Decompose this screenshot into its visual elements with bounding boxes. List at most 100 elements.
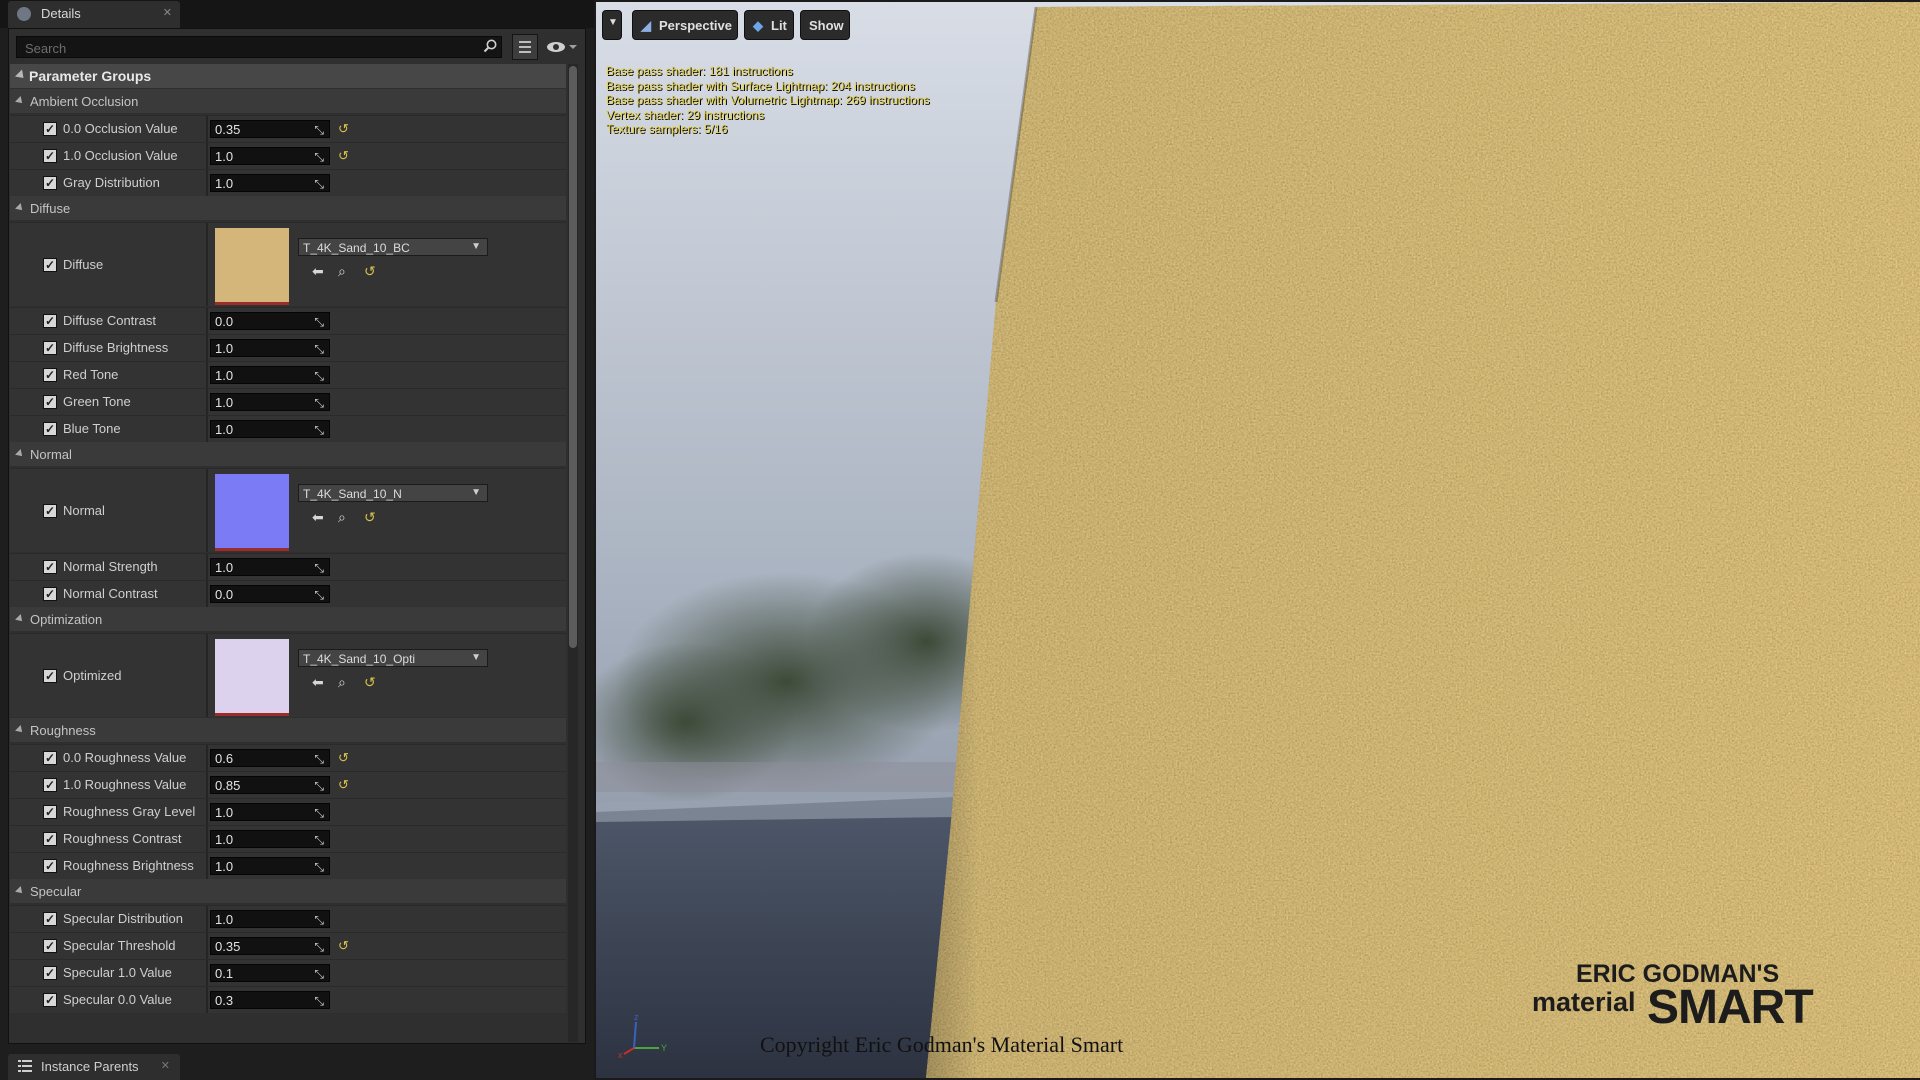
dropdown-arrow-icon[interactable]: ▼ [471,487,481,498]
parameter-checkbox[interactable]: ✓ [43,805,57,819]
drag-handle-icon[interactable]: ⤡ [314,940,324,955]
column-splitter[interactable] [206,853,208,879]
category-roughness[interactable]: Roughness [10,718,566,742]
drag-handle-icon[interactable]: ⤡ [314,423,324,438]
drag-handle-icon[interactable]: ⤡ [314,994,324,1009]
parameter-checkbox[interactable]: ✓ [43,669,57,683]
viewport[interactable]: ▼ ◢ Perspective ◆ Lit Show Base pass sha… [596,2,1920,1078]
collapse-arrow-icon[interactable] [15,886,25,896]
parameter-checkbox[interactable]: ✓ [43,314,57,328]
texture-thumbnail[interactable] [215,639,289,716]
browse-icon[interactable]: ⌕ [338,509,346,526]
perspective-button[interactable]: ◢ Perspective [632,10,738,40]
lit-button[interactable]: ◆ Lit [744,10,794,40]
parameter-checkbox[interactable]: ✓ [43,560,57,574]
details-scrollbar[interactable] [568,64,578,1042]
numeric-input[interactable]: 1.0 ⤡ [210,857,330,875]
column-splitter[interactable] [206,170,208,196]
drag-handle-icon[interactable]: ⤡ [314,369,324,384]
numeric-input[interactable]: 1.0 ⤡ [210,174,330,192]
numeric-input[interactable]: 1.0 ⤡ [210,558,330,576]
collapse-arrow-icon[interactable] [15,725,25,735]
parameter-checkbox[interactable]: ✓ [43,149,57,163]
numeric-input[interactable]: 1.0 ⤡ [210,803,330,821]
column-splitter[interactable] [206,987,208,1013]
drag-handle-icon[interactable]: ⤡ [314,860,324,875]
scrollbar-thumb[interactable] [569,66,577,648]
drag-handle-icon[interactable]: ⤡ [314,150,324,165]
column-splitter[interactable] [206,554,208,580]
collapse-arrow-icon[interactable] [15,96,25,106]
drag-handle-icon[interactable]: ⤡ [314,779,324,794]
dropdown-arrow-icon[interactable]: ▼ [471,652,481,663]
column-splitter[interactable] [206,469,208,552]
category-diffuse[interactable]: Diffuse [10,196,566,220]
drag-handle-icon[interactable]: ⤡ [314,806,324,821]
numeric-input[interactable]: 0.35 ⤡ [210,937,330,955]
parameter-checkbox[interactable]: ✓ [43,587,57,601]
drag-handle-icon[interactable]: ⤡ [314,967,324,982]
column-splitter[interactable] [206,906,208,932]
instance-parents-tab[interactable]: Instance Parents ✕ [8,1054,180,1080]
drag-handle-icon[interactable]: ⤡ [314,396,324,411]
numeric-input[interactable]: 1.0 ⤡ [210,366,330,384]
column-splitter[interactable] [206,335,208,361]
reset-arrow-icon[interactable]: ↺ [338,750,349,766]
column-splitter[interactable] [206,960,208,986]
parameter-checkbox[interactable]: ✓ [43,341,57,355]
details-tab[interactable]: Details ✕ [8,1,180,28]
numeric-input[interactable]: 0.35 ⤡ [210,120,330,138]
drag-handle-icon[interactable]: ⤡ [314,561,324,576]
numeric-input[interactable]: 0.3 ⤡ [210,991,330,1009]
parameter-checkbox[interactable]: ✓ [43,832,57,846]
texture-asset-picker[interactable]: T_4K_Sand_10_BC ▼ [298,238,488,256]
column-splitter[interactable] [206,362,208,388]
column-splitter[interactable] [206,799,208,825]
use-selected-arrow-icon[interactable]: ⬅ [312,263,324,280]
category-normal[interactable]: Normal [10,442,566,466]
collapse-arrow-icon[interactable] [15,203,25,213]
texture-thumbnail[interactable] [215,474,289,551]
search-field[interactable] [16,36,502,58]
parameter-checkbox[interactable]: ✓ [43,368,57,382]
parameter-checkbox[interactable]: ✓ [43,778,57,792]
column-splitter[interactable] [206,116,208,142]
parameter-groups-header[interactable]: Parameter Groups [10,64,566,88]
parameter-checkbox[interactable]: ✓ [43,258,57,272]
numeric-input[interactable]: 0.6 ⤡ [210,749,330,767]
numeric-input[interactable]: 1.0 ⤡ [210,393,330,411]
column-splitter[interactable] [206,826,208,852]
column-splitter[interactable] [206,933,208,959]
category-ambient-occlusion[interactable]: Ambient Occlusion [10,89,566,113]
parameter-checkbox[interactable]: ✓ [43,176,57,190]
parameter-checkbox[interactable]: ✓ [43,993,57,1007]
collapse-arrow-icon[interactable] [15,449,25,459]
close-icon[interactable]: ✕ [161,1059,170,1072]
drag-handle-icon[interactable]: ⤡ [314,913,324,928]
reset-arrow-icon[interactable]: ↺ [338,121,349,137]
column-splitter[interactable] [206,772,208,798]
parameter-checkbox[interactable]: ✓ [43,859,57,873]
drag-handle-icon[interactable]: ⤡ [314,752,324,767]
column-splitter[interactable] [206,634,208,717]
collapse-arrow-icon[interactable] [15,614,25,624]
parameter-checkbox[interactable]: ✓ [43,751,57,765]
show-button[interactable]: Show [800,10,850,40]
numeric-input[interactable]: 1.0 ⤡ [210,830,330,848]
column-splitter[interactable] [206,389,208,415]
numeric-input[interactable]: 0.0 ⤡ [210,585,330,603]
drag-handle-icon[interactable]: ⤡ [314,833,324,848]
column-splitter[interactable] [206,581,208,607]
parameter-checkbox[interactable]: ✓ [43,422,57,436]
column-splitter[interactable] [206,308,208,334]
reset-arrow-icon[interactable]: ↺ [364,509,376,526]
column-splitter[interactable] [206,143,208,169]
drag-handle-icon[interactable]: ⤡ [314,177,324,192]
texture-asset-picker[interactable]: T_4K_Sand_10_Opti ▼ [298,649,488,667]
drag-handle-icon[interactable]: ⤡ [314,342,324,357]
visibility-filter-button[interactable] [545,36,579,58]
category-optimization[interactable]: Optimization [10,607,566,631]
drag-handle-icon[interactable]: ⤡ [314,123,324,138]
numeric-input[interactable]: 0.1 ⤡ [210,964,330,982]
use-selected-arrow-icon[interactable]: ⬅ [312,509,324,526]
